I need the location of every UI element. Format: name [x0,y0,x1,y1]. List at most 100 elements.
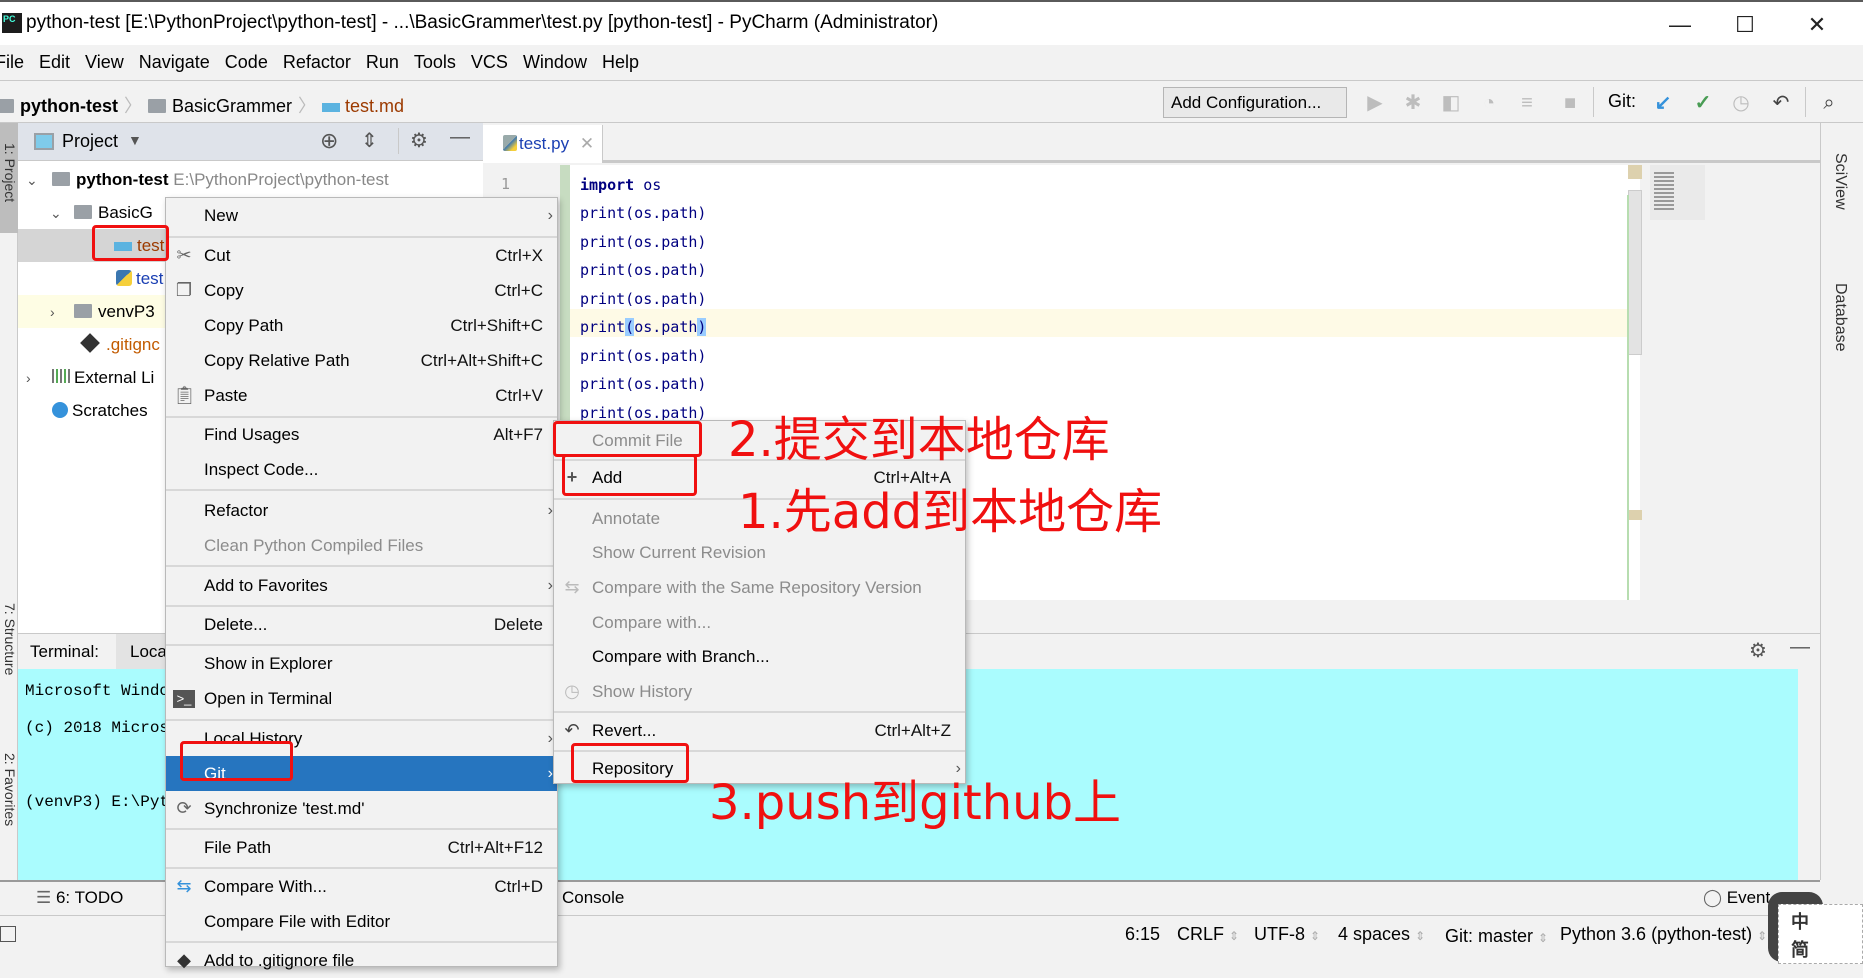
menu-item-compare-file-with-editor[interactable]: Compare File with Editor [166,904,557,939]
inspection-status-icon[interactable] [1628,165,1642,179]
tree-item-label: venvP3 [98,302,155,321]
menu-view[interactable]: View [85,52,124,73]
locate-icon[interactable]: ⊕ [320,128,338,154]
profile-icon[interactable]: ◔ [1477,91,1501,115]
search-icon[interactable]: ⌕ [1817,91,1841,115]
chevron-down-icon[interactable]: ⌄ [50,197,64,230]
editor-scrollbar[interactable] [1628,190,1642,355]
stop-icon[interactable]: ■ [1558,91,1582,115]
menu-code[interactable]: Code [225,52,268,73]
editor-tab-test-py[interactable]: test.py ✕ [483,125,603,163]
tree-item-project-root[interactable]: ⌄ python-test E:\PythonProject\python-tes… [18,163,483,196]
terminal-line: (c) 2018 Microsc [25,719,179,737]
chevron-right-icon[interactable]: › [26,362,40,395]
menu-item-synchronize[interactable]: ⟳ Synchronize 'test.md' [166,791,557,826]
menu-item-copy-relative-path[interactable]: Copy Relative Path Ctrl+Alt+Shift+C [166,343,557,378]
hide-panel-icon[interactable]: — [1790,636,1810,659]
favorites-tool-tab[interactable]: 2: Favorites [0,753,18,863]
project-panel-header: Project ▼ ⊕ ⇕ ⚙ — [18,123,483,161]
git-update-icon[interactable]: ↙ [1651,91,1675,115]
close-tab-icon[interactable]: ✕ [580,134,594,153]
menu-vcs[interactable]: VCS [471,52,508,73]
git-icon [80,333,100,353]
menu-navigate[interactable]: Navigate [139,52,210,73]
concurrency-icon[interactable]: ≡ [1515,91,1539,115]
console-tool-tab[interactable]: Console [562,888,624,908]
terminal-title: Terminal: [30,642,99,661]
maximize-button[interactable]: ☐ [1710,2,1780,47]
encoding-selector[interactable]: UTF-8 ⇕ [1254,924,1320,945]
caret-position[interactable]: 6:15 [1125,924,1160,945]
menu-item-show-in-explorer[interactable]: Show in Explorer [166,646,557,681]
run-icon[interactable]: ▶ [1363,91,1387,115]
menu-item-new[interactable]: New › [166,198,557,233]
minimize-button[interactable]: — [1645,2,1715,47]
menu-run[interactable]: Run [366,52,399,73]
project-panel-title[interactable]: Project [62,131,118,152]
menu-item-add-to-gitignore[interactable]: ◆ Add to .gitignore file [166,943,557,978]
git-revert-icon[interactable]: ↶ [1769,91,1793,115]
menu-item-file-path[interactable]: File Path Ctrl+Alt+F12 [166,830,557,865]
chevron-right-icon[interactable]: › [50,296,64,329]
structure-tool-tab[interactable]: 7: Structure [0,603,18,703]
ime-status[interactable]: 中简 [1778,904,1863,964]
project-view-icon [34,133,54,150]
git-history-icon[interactable]: ◷ [1729,91,1753,115]
markdown-file-icon [322,103,341,112]
indent-selector[interactable]: 4 spaces ⇕ [1338,924,1425,945]
collapse-all-icon[interactable]: ⇕ [361,128,378,153]
menu-item-show-history: ◷ Show History [554,674,965,709]
terminal-icon: >_ [173,690,195,708]
database-tool-tab[interactable]: Database [1831,283,1849,403]
project-tool-tab[interactable]: 1: Project [0,123,18,233]
menu-item-compare-with-branch[interactable]: Compare with Branch... [554,639,965,674]
menu-tools[interactable]: Tools [414,52,456,73]
hide-panel-icon[interactable]: — [450,126,470,149]
git-branch-selector[interactable]: Git: master ⇕ [1445,926,1548,947]
git-commit-icon[interactable]: ✓ [1691,91,1715,115]
line-separator-selector[interactable]: CRLF ⇕ [1177,924,1239,945]
menu-item-find-usages[interactable]: Find Usages Alt+F7 [166,417,557,452]
breadcrumb-file[interactable]: test.md [345,96,404,116]
breadcrumb-folder[interactable]: BasicGrammer [172,96,292,116]
menu-item-compare-with[interactable]: ⇆ Compare With... Ctrl+D [166,869,557,904]
left-tool-strip: 1: Project 7: Structure 2: Favorites [0,123,18,880]
menu-separator [166,489,557,491]
menu-item-inspect-code[interactable]: Inspect Code... [166,452,557,487]
gear-icon[interactable]: ⚙ [1749,638,1767,663]
gear-icon[interactable]: ⚙ [410,128,428,153]
menu-refactor[interactable]: Refactor [283,52,351,73]
coverage-icon[interactable]: ◧ [1439,91,1463,115]
add-configuration-button[interactable]: Add Configuration... [1163,87,1347,118]
annotation-step-3: 3.push到github上 [709,775,1122,831]
python-file-icon [116,270,132,286]
menu-item-open-in-terminal[interactable]: >_ Open in Terminal [166,681,557,716]
toggle-tool-windows-icon[interactable] [0,926,16,942]
close-button[interactable]: ✕ [1782,2,1852,47]
menu-edit[interactable]: Edit [39,52,70,73]
code-line: print(os.path) [580,347,707,365]
menu-window[interactable]: Window [523,52,587,73]
event-log-tool-tab[interactable]: ◯ Event [1703,888,1770,908]
menu-item-cut[interactable]: ✂ Cut Ctrl+X [166,238,557,273]
sciview-tool-tab[interactable]: SciView [1831,153,1849,253]
menu-file[interactable]: File [0,52,24,73]
folder-icon [0,99,14,113]
menu-item-paste[interactable]: 📋︎ Paste Ctrl+V [166,378,557,413]
todo-tool-tab[interactable]: ☰ 6: TODO [36,888,123,908]
menu-help[interactable]: Help [602,52,639,73]
menu-item-add-to-favorites[interactable]: Add to Favorites › [166,568,557,603]
debug-icon[interactable]: ✱ [1401,91,1425,115]
chevron-down-icon[interactable]: ⌄ [26,164,40,197]
menu-item-delete[interactable]: Delete... Delete [166,607,557,642]
tree-item-label: BasicG [98,203,153,222]
menu-item-refactor[interactable]: Refactor › [166,493,557,528]
menu-item-copy-path[interactable]: Copy Path Ctrl+Shift+C [166,308,557,343]
breadcrumb-separator: 〉 [124,96,142,116]
dropdown-icon[interactable]: ▼ [128,132,142,148]
highlight-test-md [92,225,169,261]
menu-item-copy[interactable]: ❐ Copy Ctrl+C [166,273,557,308]
current-line-highlight [570,309,1630,337]
interpreter-selector[interactable]: Python 3.6 (python-test) ⇕ [1560,924,1767,945]
breadcrumb-project[interactable]: python-test [20,96,118,116]
